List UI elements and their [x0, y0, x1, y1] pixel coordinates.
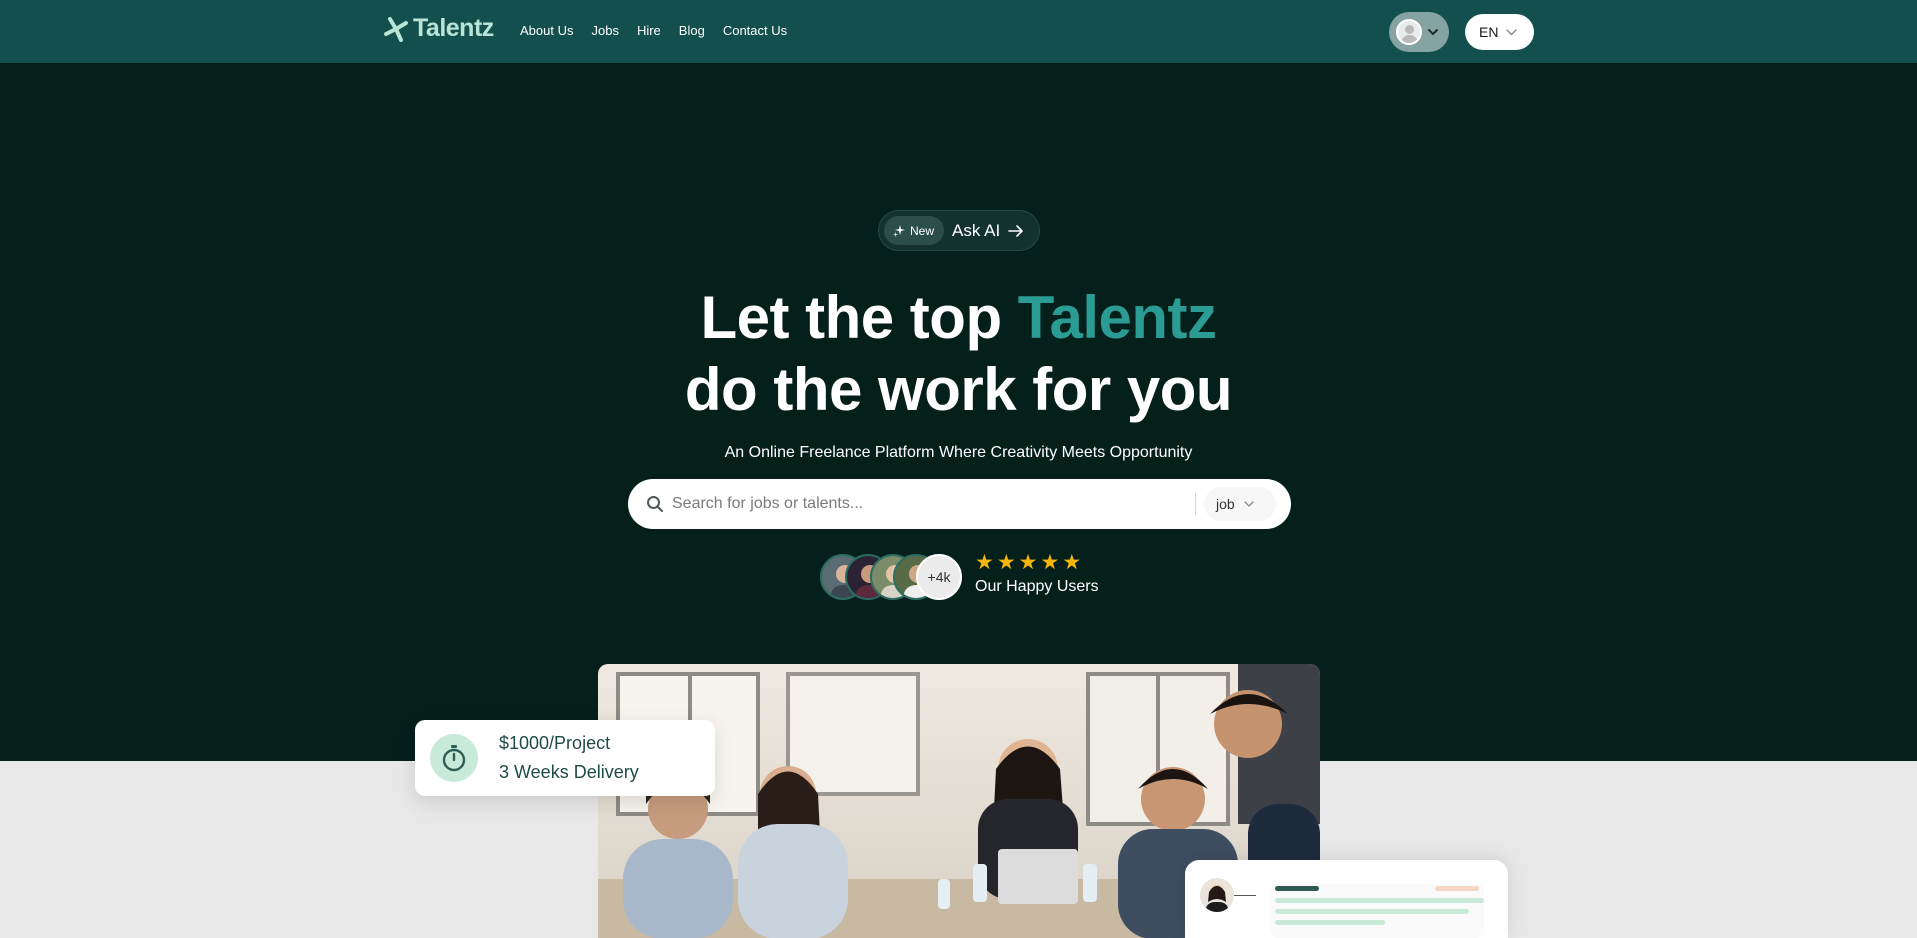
nav-link-jobs[interactable]: Jobs	[591, 23, 618, 38]
star-icon: ★	[1018, 551, 1038, 574]
project-delivery: 3 Weeks Delivery	[499, 762, 639, 782]
user-avatar-icon	[1396, 19, 1422, 45]
language-selector[interactable]: EN	[1465, 14, 1534, 50]
user-menu-button[interactable]	[1389, 12, 1449, 52]
nav-link-about-us[interactable]: About Us	[520, 23, 573, 38]
nav-link-hire[interactable]: Hire	[637, 23, 661, 38]
search-divider	[1195, 493, 1196, 515]
sparkles-icon	[893, 224, 905, 237]
arrow-right-icon	[1008, 224, 1024, 237]
hero-subtitle: An Online Freelance Platform Where Creat…	[724, 444, 1193, 461]
star-rating: ★ ★ ★ ★ ★	[975, 551, 1082, 574]
search-input[interactable]	[672, 489, 1182, 519]
brand-name: Talentz	[413, 14, 494, 42]
search-icon	[647, 496, 663, 512]
nav-link-contact-us[interactable]: Contact Us	[723, 23, 787, 38]
main-nav: About Us Jobs Hire Blog Contact Us	[520, 23, 787, 38]
freelancer-avatar	[1200, 878, 1234, 912]
star-icon: ★	[1040, 551, 1060, 574]
freelancer-profile-card	[1185, 860, 1508, 938]
ask-ai-label: Ask AI	[952, 220, 1001, 240]
chevron-down-icon	[1244, 501, 1254, 507]
search-type-value: job	[1216, 496, 1235, 512]
talentz-logo-icon	[384, 16, 408, 42]
profile-skeleton-lines	[1270, 884, 1484, 938]
search-bar: job	[628, 479, 1291, 529]
more-users-count: +4k	[916, 554, 962, 600]
new-badge-label: New	[910, 223, 935, 238]
star-icon: ★	[1062, 551, 1082, 574]
language-value: EN	[1479, 24, 1499, 40]
nav-link-blog[interactable]: Blog	[679, 23, 705, 38]
connector-line	[1234, 895, 1256, 896]
new-badge: New	[884, 216, 945, 245]
project-price: $1000/Project	[499, 733, 611, 753]
star-icon: ★	[996, 551, 1016, 574]
project-info-card: $1000/Project 3 Weeks Delivery	[415, 720, 715, 796]
headline-line2: do the work for you	[684, 356, 1233, 423]
search-type-select[interactable]: job	[1204, 487, 1276, 521]
brand-logo[interactable]: Talentz	[383, 14, 494, 43]
chevron-down-icon	[1428, 29, 1438, 36]
stopwatch-icon	[430, 734, 478, 782]
star-icon: ★	[975, 551, 994, 574]
happy-users-label: Our Happy Users	[975, 578, 1099, 595]
headline-accent: Talentz	[1017, 284, 1217, 351]
headline-prefix: Let the top	[700, 284, 1002, 351]
ask-ai-button[interactable]: New Ask AI	[878, 210, 1040, 251]
top-navbar: Talentz About Us Jobs Hire Blog Contact …	[0, 0, 1917, 63]
hero-headline: Let the top Talentz do the work for you	[0, 282, 1917, 426]
chevron-down-icon	[1506, 28, 1518, 35]
